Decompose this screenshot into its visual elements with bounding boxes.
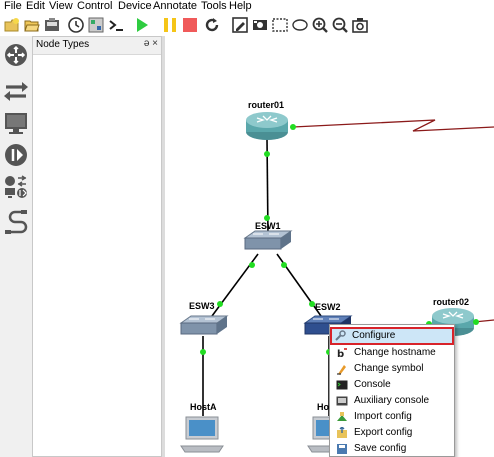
router01-label: router01 [248, 100, 285, 110]
menu-item-configure[interactable]: Configure [330, 327, 454, 345]
menu-view[interactable]: View [49, 0, 73, 13]
hosta-node [180, 416, 224, 453]
browse-all-devices-icon[interactable] [3, 174, 29, 200]
esw2-label: ESW2 [315, 302, 341, 312]
draw-ellipse-icon[interactable] [292, 17, 308, 33]
show-interfaces-icon[interactable] [88, 17, 104, 33]
menu-item-label: Save config [354, 443, 407, 454]
esw1-node [243, 230, 293, 250]
menu-item-label: Import config [354, 411, 412, 422]
console-icon [336, 380, 348, 390]
browse-routers-icon[interactable] [3, 42, 29, 68]
device-toolbar [0, 36, 32, 457]
menu-item-label: Change hostname [354, 347, 436, 358]
menu-item-label: Console [354, 379, 391, 390]
browse-security-devices-icon[interactable] [3, 142, 29, 168]
esw1-label: ESW1 [255, 221, 281, 231]
menu-item-auxiliary-console[interactable]: Auxiliary console [332, 393, 452, 409]
node-types-dock: Node Types ə × [32, 36, 162, 457]
menu-item-change-symbol[interactable]: Change symbol [332, 361, 452, 377]
menu-device[interactable]: Device [118, 0, 152, 13]
esw3-node [179, 315, 229, 335]
menu-item-label: Change symbol [354, 363, 424, 374]
dock-title: Node Types [36, 39, 90, 50]
reload-icon[interactable] [204, 17, 220, 33]
open-project-icon[interactable] [24, 17, 40, 33]
menu-item-import-config[interactable]: Import config [332, 409, 452, 425]
stop-icon[interactable] [182, 17, 198, 33]
draw-rectangle-icon[interactable] [272, 17, 288, 33]
menu-item-console[interactable]: Console [332, 377, 452, 393]
console-all-icon[interactable] [108, 17, 124, 33]
new-project-icon[interactable] [4, 17, 20, 33]
add-link-icon[interactable] [3, 208, 29, 234]
menu-bar: File Edit View Control Device Annotate T… [0, 0, 494, 14]
snapshot-icon[interactable] [68, 17, 84, 33]
main-toolbar [0, 14, 494, 36]
hostname-icon: b [337, 348, 347, 359]
menu-item-label: Auxiliary console [354, 395, 430, 406]
symbol-icon [337, 365, 346, 375]
browse-end-devices-icon[interactable] [3, 110, 29, 136]
browse-switches-icon[interactable] [3, 78, 29, 104]
menu-item-label: Export config [354, 427, 413, 438]
save-project-icon[interactable] [44, 17, 60, 33]
router02-label: router02 [433, 297, 470, 307]
link-router01-serial [292, 119, 494, 132]
wrench-icon [335, 330, 346, 341]
router01-node [246, 112, 288, 140]
node-context-menu: Configure b Change hostname Change symbo… [329, 324, 455, 457]
esw3-label: ESW3 [189, 301, 215, 311]
menu-item-save-config[interactable]: Save config [332, 441, 452, 457]
dock-float-close-buttons[interactable]: ə × [144, 38, 158, 49]
menu-tools[interactable]: Tools [201, 0, 227, 13]
zoom-out-icon[interactable] [332, 17, 348, 33]
add-note-icon[interactable] [232, 17, 248, 33]
menu-item-export-config[interactable]: Export config [332, 425, 452, 441]
start-icon[interactable] [134, 17, 150, 33]
menu-item-change-hostname[interactable]: b Change hostname [332, 345, 452, 361]
hostb-label: Ho [317, 402, 329, 412]
menu-help[interactable]: Help [229, 0, 252, 13]
hosta-label: HostA [190, 402, 217, 412]
aux-console-icon [336, 396, 348, 406]
export-config-icon [337, 427, 347, 438]
screenshot-icon[interactable] [352, 17, 368, 33]
menu-file[interactable]: File [4, 0, 22, 13]
save-config-icon [337, 444, 347, 454]
menu-edit[interactable]: Edit [26, 0, 45, 13]
import-config-icon [337, 412, 347, 421]
insert-picture-icon[interactable] [252, 17, 268, 33]
menu-control[interactable]: Control [77, 0, 112, 13]
suspend-icon[interactable] [162, 17, 178, 33]
menu-annotate[interactable]: Annotate [153, 0, 197, 13]
menu-item-label: Configure [352, 330, 396, 341]
zoom-in-icon[interactable] [312, 17, 328, 33]
svg-text:b: b [337, 349, 344, 359]
dock-header: Node Types ə × [33, 37, 161, 55]
